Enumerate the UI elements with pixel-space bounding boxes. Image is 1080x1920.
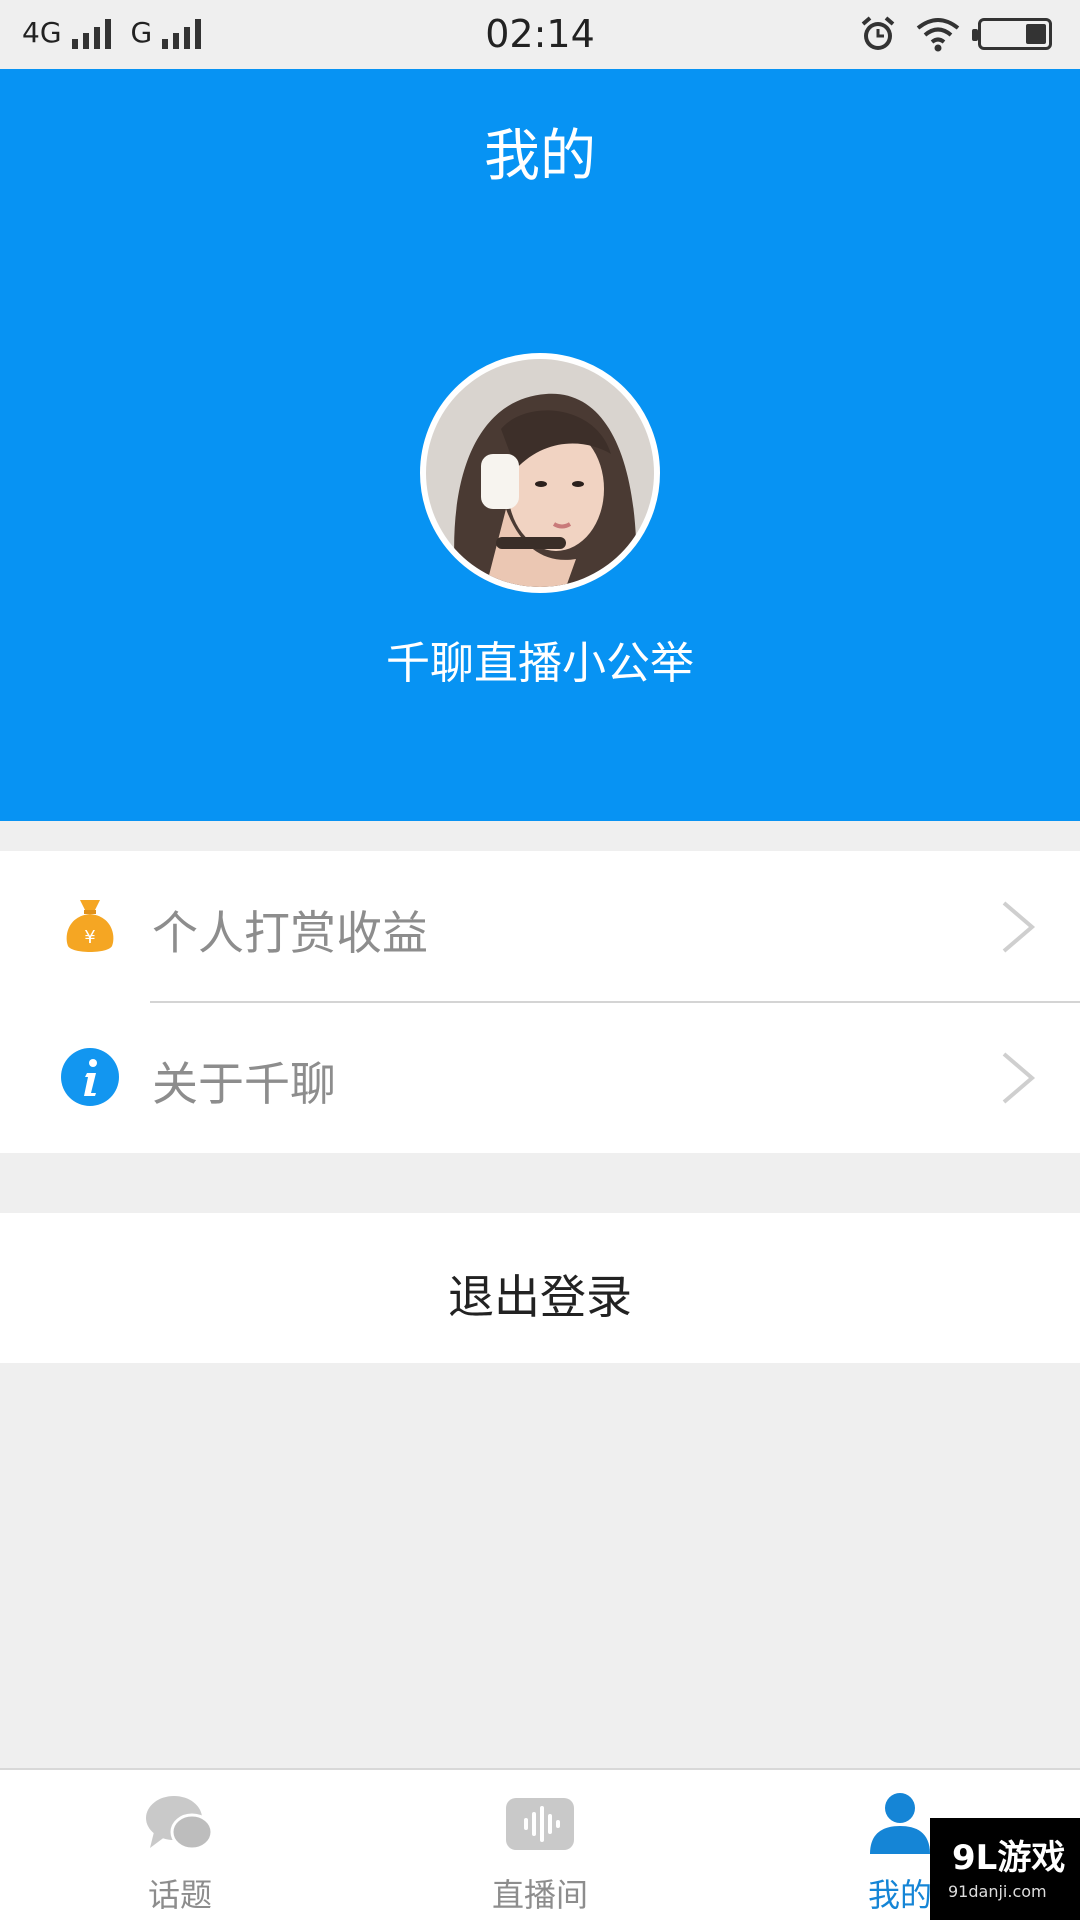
svg-text:¥: ¥ (84, 927, 95, 948)
tab-topics[interactable]: 话题 (80, 1770, 280, 1920)
menu-item-about[interactable]: 关于千聊 (0, 1002, 1080, 1153)
menu-label-about: 关于千聊 (152, 1057, 336, 1111)
chat-bubbles-icon (146, 1796, 214, 1851)
alarm-clock-icon (861, 16, 895, 50)
battery-level (1025, 24, 1046, 44)
logout-label: 退出登录 (448, 1270, 632, 1324)
settings-menu: ¥ 个人打赏收益 关于千聊 (0, 851, 1080, 1153)
tab-label-live-room: 直播间 (491, 1876, 588, 1914)
battery-icon (972, 18, 1052, 50)
logout-button[interactable]: 退出登录 (0, 1213, 1080, 1363)
tab-label-topics: 话题 (147, 1876, 212, 1914)
status-icons (858, 14, 1052, 54)
audio-waveform-icon (506, 1798, 574, 1850)
status-bar: 4G G 02:14 (0, 0, 1080, 69)
avatar-photo (426, 359, 654, 587)
chevron-right-icon (1002, 1052, 1036, 1104)
username: 千聊直播小公举 (386, 638, 694, 689)
menu-item-rewards[interactable]: ¥ 个人打赏收益 (0, 851, 1080, 1003)
watermark-url: 91danji.com (948, 1882, 1047, 1901)
tab-live-room[interactable]: 直播间 (440, 1770, 640, 1920)
person-icon (870, 1793, 930, 1854)
menu-label-rewards: 个人打赏收益 (152, 906, 428, 960)
watermark: 9L游戏 91danji.com (930, 1818, 1080, 1920)
avatar[interactable] (420, 353, 660, 593)
profile-header: 我的 千聊直播小公举 (0, 69, 1080, 821)
page-title: 我的 (484, 124, 596, 189)
bottom-tab-bar: 话题 直播间 我的 (0, 1768, 1080, 1920)
watermark-logo: 9L游戏 (952, 1838, 1066, 1878)
wifi-icon (916, 18, 960, 52)
chevron-right-icon (1002, 901, 1036, 953)
info-icon (61, 1048, 119, 1106)
money-bag-icon: ¥ (66, 900, 114, 952)
